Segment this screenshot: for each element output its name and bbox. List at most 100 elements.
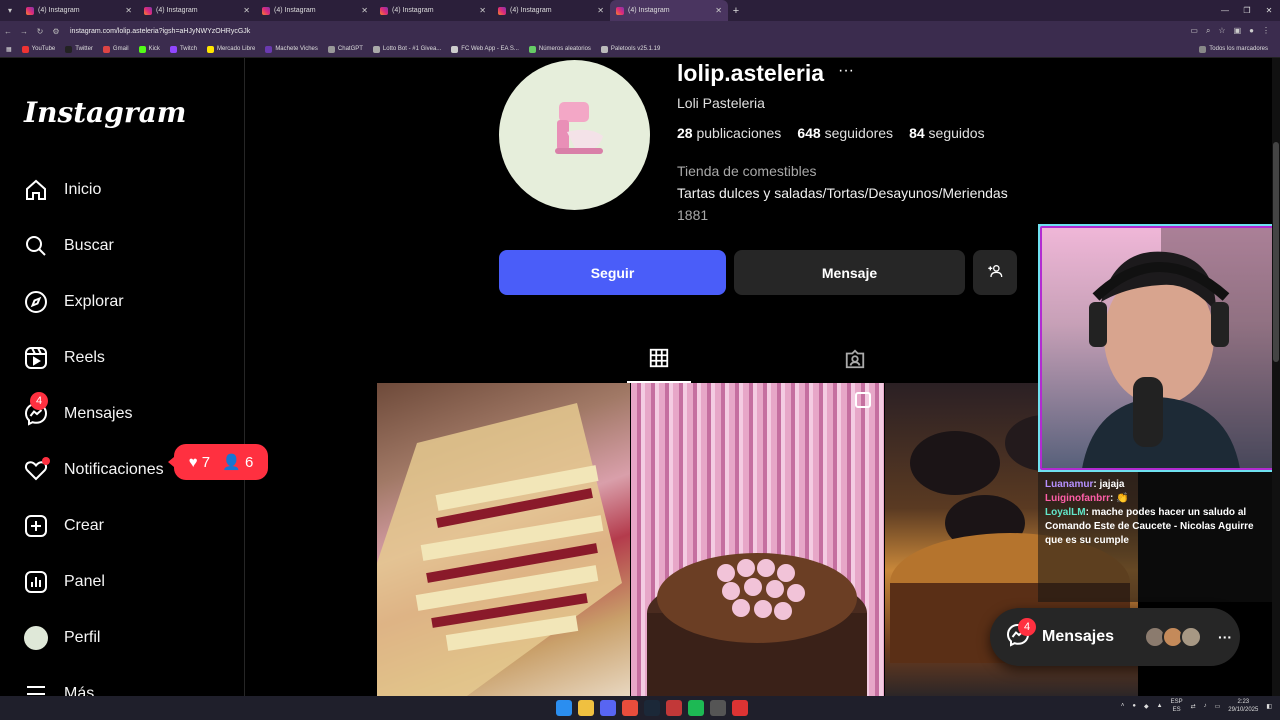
sidebar-item-perfil[interactable]: Perfil: [24, 626, 100, 650]
file-explorer-icon[interactable]: [578, 700, 594, 716]
suggest-user-button[interactable]: [973, 250, 1017, 295]
clock[interactable]: 2:23 29/10/2025: [1228, 698, 1258, 714]
webcam-frame: [1040, 226, 1278, 470]
browser-tabbar: ▾ (4) Instagram ✕ (4) Instagram ✕ (4) Inst…: [0, 0, 1280, 21]
instagram-logo[interactable]: Instagram: [24, 96, 186, 129]
language-indicator[interactable]: ESP ES: [1171, 698, 1183, 714]
message-button[interactable]: Mensaje: [734, 250, 965, 295]
instagram-sidebar: Instagram Inicio Buscar Explorar Reels 4…: [0, 58, 268, 702]
close-tab-icon[interactable]: ✕: [361, 6, 368, 15]
tab-tagged[interactable]: [823, 340, 887, 383]
tray-app-icon[interactable]: ●: [1132, 703, 1136, 709]
profile-avatar[interactable]: [499, 60, 650, 210]
scrollbar-thumb[interactable]: [1273, 142, 1279, 362]
tray-app-icon[interactable]: ▲: [1157, 703, 1163, 709]
zoom-icon[interactable]: ⌕: [1206, 26, 1210, 36]
profile-options-icon[interactable]: ···: [838, 62, 854, 80]
profile-icon[interactable]: ●: [1249, 26, 1254, 36]
floating-messages-button[interactable]: 4 Mensajes ···: [990, 608, 1240, 666]
tray-app-icon[interactable]: ◆: [1144, 703, 1149, 710]
close-tab-icon[interactable]: ✕: [479, 6, 486, 15]
reload-icon[interactable]: ↻: [32, 27, 48, 36]
url-field[interactable]: instagram.com/lolip.asteleria?igsh=aHJyN…: [70, 28, 1190, 35]
site-info-icon[interactable]: ⚙: [48, 27, 64, 36]
new-tab-button[interactable]: +: [728, 5, 744, 17]
close-tab-icon[interactable]: ✕: [715, 6, 722, 15]
volume-icon[interactable]: ♪: [1204, 703, 1207, 709]
avatar-icon: [24, 626, 48, 650]
browser-tab[interactable]: (4) Instagram ✕: [138, 0, 256, 21]
instagram-favicon-icon: [616, 6, 624, 15]
extensions-icon[interactable]: ▣: [1234, 26, 1242, 36]
chat-message: LoyalLM: mache podes hacer un saludo al …: [1045, 507, 1254, 546]
forward-icon[interactable]: →: [16, 27, 32, 36]
browser-tab-active[interactable]: (4) Instagram ✕: [610, 0, 728, 21]
sidebar-item-notificaciones[interactable]: Notificaciones: [24, 457, 164, 482]
browser-tab[interactable]: (4) Instagram ✕: [492, 0, 610, 21]
app-icon[interactable]: [710, 700, 726, 716]
close-window-icon[interactable]: ✕: [1258, 0, 1280, 21]
sidebar-item-inicio[interactable]: Inicio: [24, 178, 101, 202]
tab-posts[interactable]: [627, 340, 691, 383]
system-tray: ˄ ● ◆ ▲ ESP ES ⇄ ♪ ▭ 2:23 29/10/2025 ◧: [1121, 698, 1272, 714]
more-icon[interactable]: ···: [1218, 629, 1232, 645]
messenger-icon: 4: [24, 392, 48, 426]
sidebar-item-crear[interactable]: Crear: [24, 514, 104, 538]
sidebar-item-reels[interactable]: Reels: [24, 346, 105, 370]
cast-icon[interactable]: ▭: [1190, 26, 1198, 36]
browser-tab[interactable]: (4) Instagram ✕: [256, 0, 374, 21]
post-thumbnail[interactable]: [631, 383, 884, 696]
reels-icon: [24, 346, 48, 370]
sidebar-item-buscar[interactable]: Buscar: [24, 234, 114, 258]
tab-list-icon[interactable]: ▾: [0, 6, 20, 15]
following-stat[interactable]: 84 seguidos: [909, 125, 985, 141]
apps-icon[interactable]: ▦: [6, 46, 12, 53]
network-icon[interactable]: ⇄: [1191, 703, 1196, 710]
spotify-icon[interactable]: [688, 700, 704, 716]
minimize-icon[interactable]: —: [1214, 0, 1236, 21]
notifications-icon[interactable]: ◧: [1266, 703, 1272, 710]
steam-icon[interactable]: [644, 700, 660, 716]
bookmark-twitter[interactable]: Twitter: [65, 45, 93, 53]
compass-icon: [24, 290, 48, 314]
battery-icon[interactable]: ▭: [1215, 703, 1221, 710]
bookmark-machete[interactable]: Machete Viches: [265, 45, 318, 53]
bookmark-star-icon[interactable]: ☆: [1218, 26, 1225, 36]
bookmark-numeros[interactable]: Números aleatorios: [528, 45, 591, 53]
notifications-popover-pill[interactable]: ♥ 7 👤 6: [168, 444, 268, 480]
chrome-icon[interactable]: [622, 700, 638, 716]
bookmark-chatgpt[interactable]: ChatGPT: [327, 45, 363, 53]
bookmark-kick[interactable]: Kick: [138, 45, 160, 53]
start-icon[interactable]: [556, 700, 572, 716]
profile-bio: Tartas dulces y saladas/Tortas/Desayunos…: [677, 185, 1008, 201]
bookmark-fcwebapp[interactable]: FC Web App - EA S...: [451, 45, 519, 53]
back-icon[interactable]: ←: [0, 27, 16, 36]
tray-chevron-icon[interactable]: ˄: [1121, 703, 1125, 709]
app-icon[interactable]: [732, 700, 748, 716]
close-tab-icon[interactable]: ✕: [243, 6, 250, 15]
page-scrollbar[interactable]: [1272, 58, 1280, 696]
close-tab-icon[interactable]: ✕: [125, 6, 132, 15]
maximize-icon[interactable]: ❐: [1236, 0, 1258, 21]
profile-category: Tienda de comestibles: [677, 163, 817, 179]
follow-button[interactable]: Seguir: [499, 250, 726, 295]
discord-icon[interactable]: [600, 700, 616, 716]
bookmark-youtube[interactable]: YouTube: [21, 45, 55, 53]
post-thumbnail[interactable]: [377, 383, 630, 696]
all-bookmarks-folder[interactable]: Todos los marcadores: [1199, 45, 1268, 53]
sidebar-item-panel[interactable]: Panel: [24, 570, 105, 594]
sidebar-item-mensajes[interactable]: 4 Mensajes: [24, 392, 132, 426]
bookmark-gmail[interactable]: Gmail: [102, 45, 129, 53]
bookmark-mercadolibre[interactable]: Mercado Libre: [206, 45, 255, 53]
browser-tab[interactable]: (4) Instagram ✕: [374, 0, 492, 21]
close-tab-icon[interactable]: ✕: [597, 6, 604, 15]
bookmark-lottobot[interactable]: Lotto Bot - #1 Givea...: [372, 45, 441, 53]
bookmark-twitch[interactable]: Twitch: [169, 45, 197, 53]
taskbar-apps: [556, 700, 748, 716]
browser-menu-icon[interactable]: ⋮: [1262, 26, 1270, 36]
browser-tab[interactable]: (4) Instagram ✕: [20, 0, 138, 21]
app-icon[interactable]: [666, 700, 682, 716]
sidebar-item-explorar[interactable]: Explorar: [24, 290, 124, 314]
followers-stat[interactable]: 648 seguidores: [797, 125, 893, 141]
bookmark-paletools[interactable]: Paletools v25.1.19: [600, 45, 660, 53]
